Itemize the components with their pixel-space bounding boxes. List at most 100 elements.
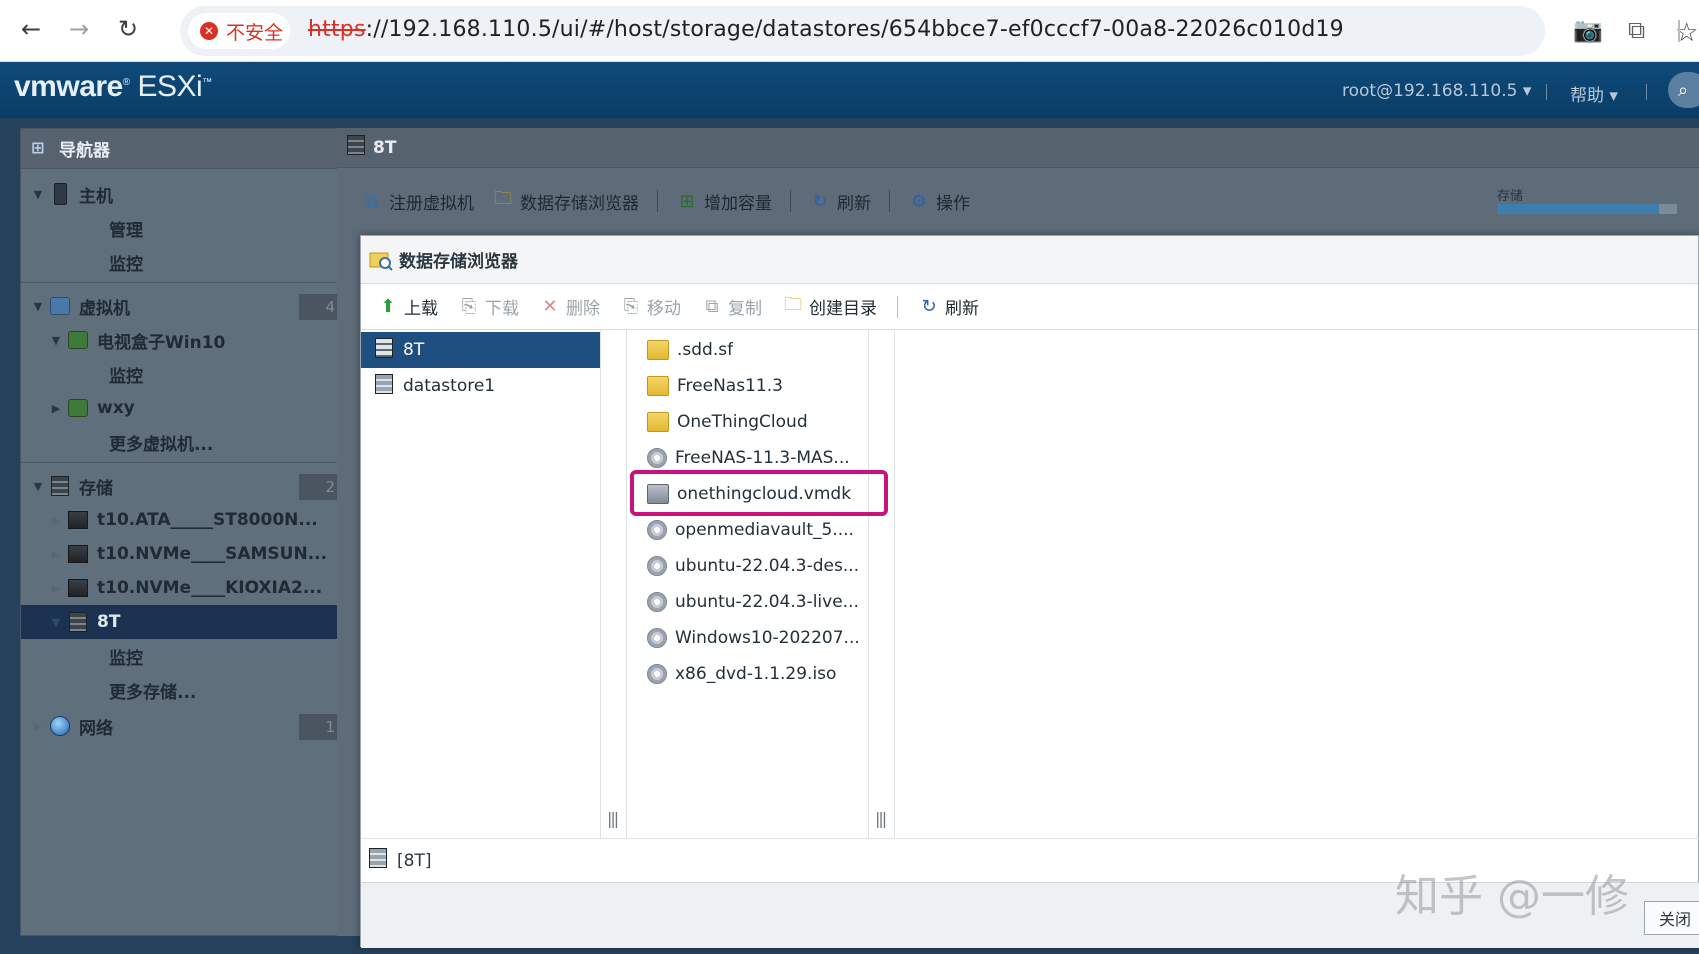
navigator-panel: ⊞ 导航器 ▼ 主机 管理 监控 ▼ 虚拟机 4 ▼ 电视盒子Win10 监控 … (20, 128, 351, 936)
toolbar-divider (889, 190, 890, 212)
list-item[interactable]: Windows10-202207... (627, 620, 868, 656)
datastore-browser-dialog: 数据存储浏览器 ⬆ 上载 ⎘ 下载 ✕ 删除 ⎘ 移动 ⧉ 复制 🗀 创建目录 ↻ 刷新 8T… (360, 235, 1699, 948)
datastore-browser-button[interactable]: 🗀 数据存储浏览器 (492, 188, 639, 214)
disc-image-icon (647, 628, 667, 648)
collapse-arrow-icon[interactable]: ▶ (49, 402, 63, 415)
pane-resizer[interactable]: ||| (869, 330, 895, 838)
nav-storage-device[interactable]: ▶ t10.ATA_____ST8000N... (21, 503, 351, 537)
new-folder-icon: 🗀 (784, 293, 802, 315)
datastore-icon (347, 135, 365, 160)
nav-storage[interactable]: ▼ 存储 2 (21, 469, 351, 503)
host-icon (49, 183, 71, 205)
register-vm-button[interactable]: ⧉ 注册虚拟机 (361, 189, 474, 214)
gear-icon: ⚙ (910, 190, 928, 212)
delete-button[interactable]: ✕ 删除 (539, 294, 600, 319)
file-list: .sdd.sf FreeNas11.3 OneThingCloud FreeNA… (627, 330, 869, 838)
nav-host-manage[interactable]: 管理 (21, 211, 351, 245)
pane-resizer[interactable]: ||| (601, 330, 627, 838)
refresh-button[interactable]: ↻ 刷新 (809, 189, 871, 214)
collapse-arrow-icon[interactable]: ▶ (49, 582, 63, 595)
list-item[interactable]: ubuntu-22.04.3-des... (627, 548, 868, 584)
header-divider (1546, 84, 1547, 100)
url-text[interactable]: https://192.168.110.5/ui/#/host/storage/… (308, 17, 1344, 42)
increase-capacity-button[interactable]: ⊞ 增加容量 (676, 189, 772, 214)
expand-arrow-icon[interactable]: ▼ (49, 616, 63, 629)
header-divider (1646, 84, 1647, 100)
vm-icon (67, 329, 89, 351)
expand-arrow-icon[interactable]: ▼ (31, 188, 45, 201)
nav-storage-device[interactable]: ▶ t10.NVMe____SAMSUN... (21, 537, 351, 571)
list-item[interactable]: .sdd.sf (627, 332, 868, 368)
disk-icon (67, 577, 89, 599)
copy-icon: ⧉ (705, 296, 719, 317)
help-menu[interactable]: 帮助 ▾ (1570, 81, 1618, 106)
close-button[interactable]: 关闭 (1644, 901, 1699, 935)
collapse-arrow-icon[interactable]: ▶ (49, 548, 63, 561)
nav-vm-win10-monitor[interactable]: 监控 (21, 357, 351, 391)
security-chip[interactable]: ✕ 不安全 (188, 13, 290, 49)
nav-vm-wxy[interactable]: ▶ wxy (21, 391, 351, 425)
upload-arrow-icon: ⬆ (380, 296, 396, 317)
disc-image-icon (647, 664, 667, 684)
disc-image-icon (647, 592, 667, 612)
expand-arrow-icon[interactable]: ▼ (49, 334, 63, 347)
resize-grip-icon[interactable]: ||| (607, 809, 619, 828)
watermark: 知乎 @一修 (1395, 871, 1629, 922)
user-menu[interactable]: root@192.168.110.5 ▾ (1342, 81, 1531, 101)
nav-vms[interactable]: ▼ 虚拟机 4 (21, 289, 351, 323)
list-item[interactable]: ubuntu-22.04.3-live... (627, 584, 868, 620)
disc-image-icon (647, 556, 667, 576)
refresh-icon: ↻ (812, 190, 828, 212)
list-item[interactable]: FreeNas11.3 (627, 368, 868, 404)
address-bar[interactable]: ✕ 不安全 https://192.168.110.5/ui/#/host/st… (180, 6, 1698, 56)
copy-button[interactable]: ⧉ 复制 (701, 294, 762, 319)
forward-icon[interactable]: → (64, 14, 94, 44)
extensions-icon[interactable]: ⧉ (1628, 16, 1645, 44)
nav-host-monitor[interactable]: 监控 (21, 245, 351, 279)
reload-icon[interactable]: ↻ (113, 14, 143, 44)
datastore-item-8t[interactable]: 8T (361, 332, 600, 368)
refresh-icon: ↻ (921, 296, 937, 317)
highlight-annotation (630, 470, 888, 516)
nav-network[interactable]: ▶ 网络 1 (21, 709, 351, 743)
nav-vm-win10[interactable]: ▼ 电视盒子Win10 (21, 323, 351, 357)
storage-usage-label: 存储 (1497, 189, 1524, 204)
dialog-refresh-button[interactable]: ↻ 刷新 (918, 294, 979, 319)
nav-datastore-monitor[interactable]: 监控 (21, 639, 351, 673)
search-icon[interactable]: ⌕ (1668, 72, 1699, 108)
expand-arrow-icon[interactable]: ▼ (31, 300, 45, 313)
browser-chrome: ← → ↻ ✕ 不安全 https://192.168.110.5/ui/#/h… (0, 0, 1699, 62)
nav-more-vms[interactable]: 更多虚拟机... (21, 425, 351, 459)
resize-grip-icon[interactable]: ||| (875, 809, 887, 828)
vm-group-icon (49, 295, 71, 317)
back-icon[interactable]: ← (16, 14, 46, 44)
add-capacity-icon: ⊞ (679, 190, 695, 212)
folder-search-icon (369, 249, 393, 271)
list-item[interactable]: openmediavault_5.... (627, 512, 868, 548)
list-item[interactable]: OneThingCloud (627, 404, 868, 440)
camera-icon[interactable]: 📷 (1573, 16, 1603, 44)
datastore-item-datastore1[interactable]: datastore1 (361, 368, 600, 404)
nav-host[interactable]: ▼ 主机 (21, 177, 351, 211)
toolbar-divider (897, 295, 898, 318)
nav-storage-device[interactable]: ▶ t10.NVMe____KIOXIA2... (21, 571, 351, 605)
collapse-arrow-icon[interactable]: ▶ (31, 720, 45, 733)
dialog-title: 数据存储浏览器 (361, 236, 1698, 284)
nav-more-storage[interactable]: 更多存储... (21, 673, 351, 707)
register-vm-icon: ⧉ (365, 190, 379, 212)
toolbar-divider (790, 190, 791, 212)
datastore-icon (375, 337, 393, 363)
collapse-arrow-icon[interactable]: ▶ (49, 514, 63, 527)
create-directory-button[interactable]: 🗀 创建目录 (782, 293, 877, 320)
disk-icon (67, 543, 89, 565)
network-icon (49, 715, 71, 737)
nav-datastore-8t[interactable]: ▼ 8T (21, 605, 351, 639)
actions-button[interactable]: ⚙ 操作 (908, 189, 970, 214)
list-item[interactable]: x86_dvd-1.1.29.iso (627, 656, 868, 692)
folder-icon (647, 412, 669, 432)
download-button[interactable]: ⎘ 下载 (458, 294, 519, 319)
upload-button[interactable]: ⬆ 上载 (377, 294, 438, 319)
expand-arrow-icon[interactable]: ▼ (31, 480, 45, 493)
nav-divider (21, 462, 351, 463)
move-button[interactable]: ⎘ 移动 (620, 294, 681, 319)
